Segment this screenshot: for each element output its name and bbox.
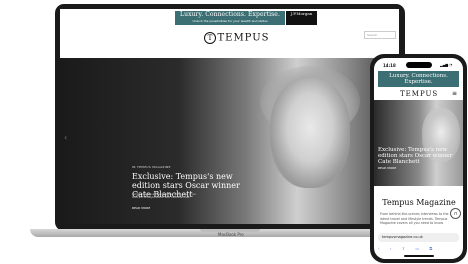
ad-title: Luxury. Connections. Expertise. <box>180 11 280 18</box>
phone-hero[interactable]: Exclusive: Tempus's new edition stars Os… <box>374 100 463 186</box>
site-logo[interactable]: T TEMPUS <box>187 32 287 44</box>
bag-icon[interactable]: ⊓ <box>450 208 461 219</box>
phone-carousel-dots[interactable] <box>410 179 425 186</box>
phone-logo[interactable]: TEMPUS <box>400 90 438 98</box>
hero-carousel[interactable]: ‹ › IN TEMPUS MAGAZINE Exclusive: Tempus… <box>60 58 399 224</box>
hamburger-menu-icon[interactable]: ≡ <box>452 90 457 97</box>
logo-text: TEMPUS <box>217 32 270 44</box>
phone-ad-banner[interactable]: Luxury. Connections. Expertise. J.P.Morg… <box>378 71 459 90</box>
dynamic-island <box>406 62 432 68</box>
laptop-screen: Luxury. Connections. Expertise. Unlock t… <box>60 9 399 224</box>
phone-hero-title[interactable]: Exclusive: Tempus's new edition stars Os… <box>378 147 460 165</box>
ad-banner[interactable]: Luxury. Connections. Expertise. Unlock t… <box>175 11 285 25</box>
hero-kicker: IN TEMPUS MAGAZINE <box>132 165 171 169</box>
main-nav: HOME TRAVEL LIFESTYLE MAGAZINE CONTACT <box>180 50 312 67</box>
phone-time: 14:18 <box>383 63 396 68</box>
phone-hero-read-more[interactable]: READ MORE <box>378 166 396 170</box>
magazine-text: From behind-the-scenes interviews to the… <box>380 212 449 225</box>
hero-read-more[interactable]: READ MORE <box>132 206 150 210</box>
phone-ad-title: Luxury. Connections. Expertise. <box>389 73 448 85</box>
address-bar[interactable]: tempusmagazine.co.uk <box>378 233 459 242</box>
carousel-dots[interactable] <box>220 220 235 224</box>
hero-image <box>270 78 350 188</box>
laptop-brand: MacBook Pro <box>218 232 244 237</box>
magazine-heading: Tempus Magazine <box>382 198 456 207</box>
home-indicator <box>404 255 434 257</box>
ad-sponsor[interactable]: J.P.Morgan <box>286 11 317 25</box>
browser-toolbar-icons[interactable]: ‹ › ⇪ ▭ ⧉ <box>378 246 459 251</box>
logo-mark: T <box>204 32 217 44</box>
ad-subtitle: Unlock the possibilities for your wealth… <box>192 19 268 23</box>
hero-description: Tempus Magazine celebrates the latest is… <box>132 193 197 199</box>
search-input[interactable]: Search <box>364 31 396 39</box>
phone-screen: 14:18 ▂▄▆ ◔ Luxury. Connections. Experti… <box>374 58 463 259</box>
carousel-prev-icon[interactable]: ‹ <box>64 133 67 142</box>
phone-status-icons: ▂▄▆ ◔ <box>440 63 453 67</box>
